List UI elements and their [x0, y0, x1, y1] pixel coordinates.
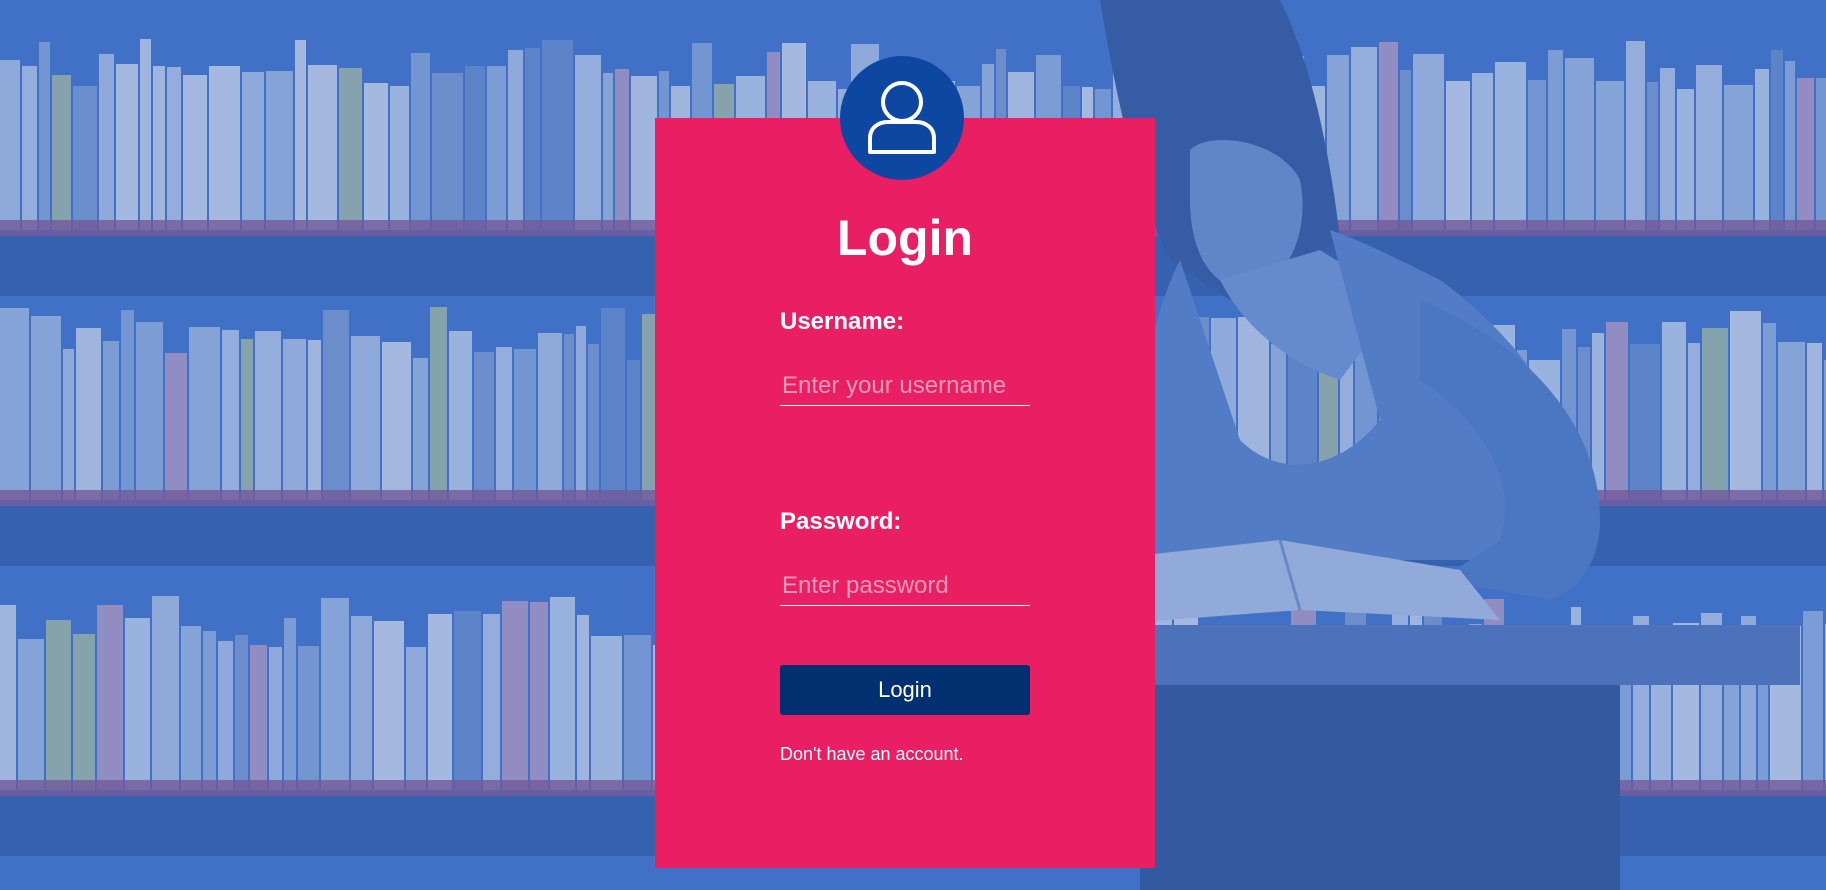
avatar — [840, 56, 964, 180]
login-title: Login — [836, 210, 974, 266]
username-label: Username: — [780, 308, 905, 335]
password-input[interactable] — [780, 566, 1030, 606]
user-icon — [868, 81, 936, 154]
signup-link[interactable]: Don't have an account. — [780, 744, 964, 765]
username-input[interactable] — [780, 366, 1030, 406]
login-button[interactable]: Login — [780, 665, 1030, 715]
password-label: Password: — [780, 508, 902, 535]
